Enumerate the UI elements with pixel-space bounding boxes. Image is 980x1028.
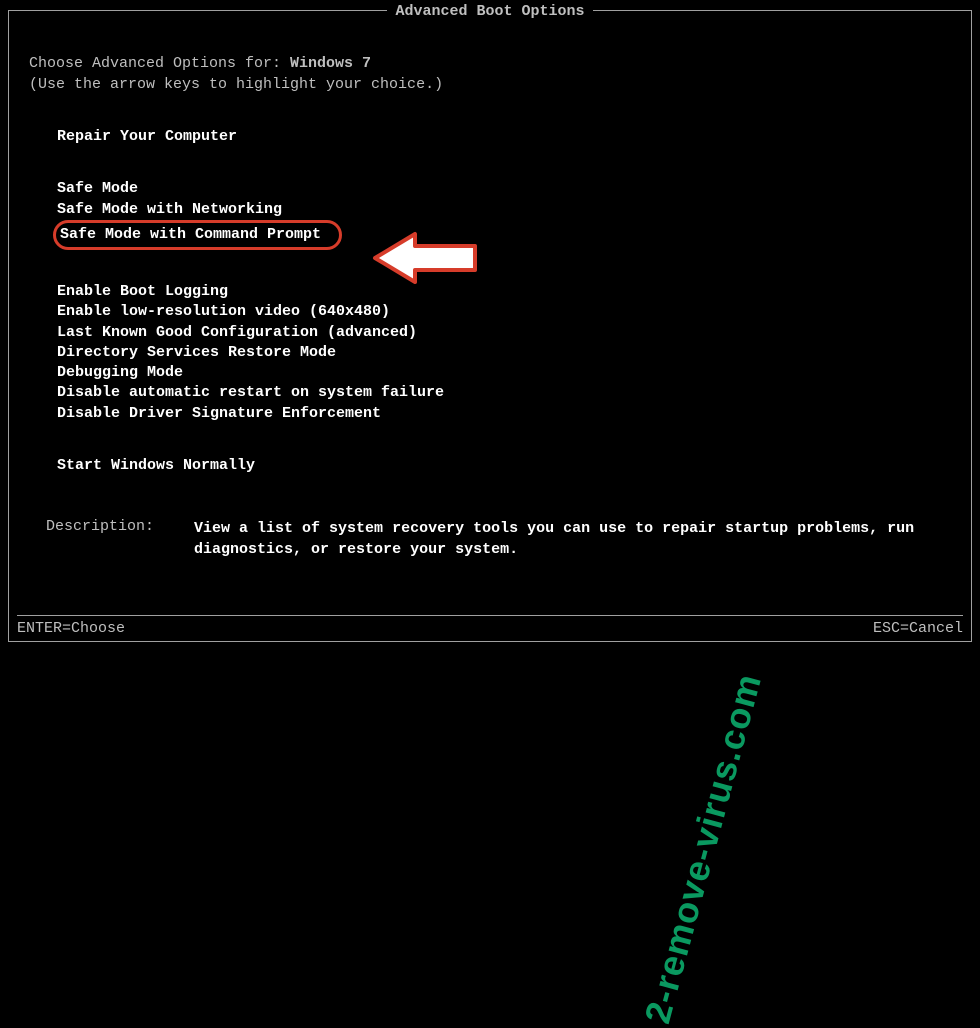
boot-option[interactable]: Safe Mode with Command Prompt [57,220,951,250]
page-title: Advanced Boot Options [387,3,592,20]
boot-option[interactable]: Safe Mode with Networking [57,200,951,220]
boot-options-panel: Advanced Boot Options Choose Advanced Op… [8,10,972,642]
boot-option[interactable]: Directory Services Restore Mode [57,343,951,363]
boot-option[interactable]: Repair Your Computer [57,127,951,147]
boot-option[interactable]: Safe Mode [57,179,951,199]
description-block: Description: View a list of system recov… [29,518,951,560]
description-text: View a list of system recovery tools you… [194,518,951,560]
option-group: Safe ModeSafe Mode with NetworkingSafe M… [29,179,951,250]
intro-text: Choose Advanced Options for: Windows 7 [29,53,951,74]
watermark-text: 2-remove-virus.com [636,669,770,1028]
intro-prefix: Choose Advanced Options for: [29,55,290,72]
title-bar: Advanced Boot Options [9,3,971,20]
footer-enter: ENTER=Choose [17,620,125,637]
boot-option-label: Safe Mode with Command Prompt [53,220,342,250]
boot-option[interactable]: Debugging Mode [57,363,951,383]
boot-option[interactable]: Enable Boot Logging [57,282,951,302]
boot-option[interactable]: Disable automatic restart on system fail… [57,383,951,403]
description-label: Description: [46,518,194,560]
boot-option[interactable]: Disable Driver Signature Enforcement [57,404,951,424]
boot-option[interactable]: Start Windows Normally [57,456,951,476]
option-group: Start Windows Normally [29,456,951,476]
boot-option[interactable]: Last Known Good Configuration (advanced) [57,323,951,343]
options-list: Repair Your ComputerSafe ModeSafe Mode w… [29,127,951,476]
intro-hint: (Use the arrow keys to highlight your ch… [29,74,951,95]
boot-option[interactable]: Enable low-resolution video (640x480) [57,302,951,322]
main-content: Choose Advanced Options for: Windows 7 (… [9,11,971,560]
intro-os: Windows 7 [290,55,371,72]
footer-bar: ENTER=Choose ESC=Cancel [17,615,963,637]
footer-esc: ESC=Cancel [873,620,963,637]
option-group: Enable Boot LoggingEnable low-resolution… [29,282,951,424]
option-group: Repair Your Computer [29,127,951,147]
